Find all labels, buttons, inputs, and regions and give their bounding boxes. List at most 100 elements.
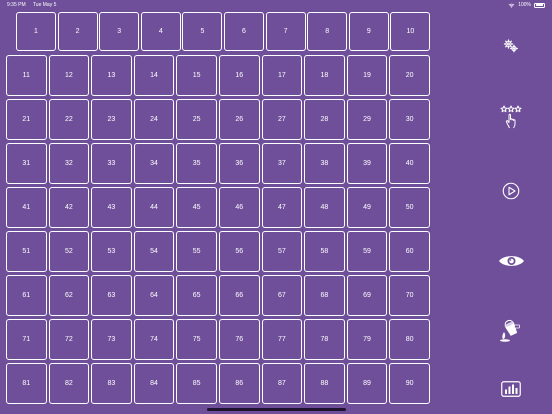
grid-cell-56[interactable]: 56: [219, 231, 260, 272]
grid-cell-61[interactable]: 61: [6, 275, 47, 316]
grid-cell-65[interactable]: 65: [176, 275, 217, 316]
grid-cell-64[interactable]: 64: [133, 275, 175, 316]
grid-cell-88[interactable]: 88: [304, 363, 345, 404]
grid-cell-2[interactable]: 2: [57, 12, 98, 51]
grid-cell-78[interactable]: 78: [304, 319, 345, 360]
grid-cell-5[interactable]: 5: [182, 12, 223, 51]
grid-cell-33[interactable]: 33: [91, 143, 132, 184]
grid-cell-26[interactable]: 26: [219, 99, 260, 140]
grid-cell-72[interactable]: 72: [48, 319, 90, 360]
grid-cell-32[interactable]: 32: [48, 143, 90, 184]
grid-cell-90[interactable]: 90: [389, 363, 430, 404]
grid-cell-35[interactable]: 35: [176, 143, 217, 184]
grid-cell-89[interactable]: 89: [346, 363, 388, 404]
bar-chart-icon[interactable]: [499, 378, 523, 400]
stars-tap-icon[interactable]: [498, 104, 524, 130]
grid-cell-79[interactable]: 79: [346, 319, 388, 360]
grid-cell-47[interactable]: 47: [261, 187, 303, 228]
grid-cell-86[interactable]: 86: [219, 363, 260, 404]
grid-cell-42[interactable]: 42: [48, 187, 90, 228]
grid-cell-70[interactable]: 70: [389, 275, 430, 316]
grid-cell-62[interactable]: 62: [48, 275, 90, 316]
grid-cell-74[interactable]: 74: [133, 319, 175, 360]
grid-cell-45[interactable]: 45: [176, 187, 217, 228]
grid-cell-17[interactable]: 17: [261, 55, 303, 96]
grid-cell-71[interactable]: 71: [6, 319, 47, 360]
grid-cell-14[interactable]: 14: [133, 55, 175, 96]
grid-cell-81[interactable]: 81: [6, 363, 47, 404]
grid-cell-13[interactable]: 13: [91, 55, 132, 96]
grid-cell-4[interactable]: 4: [140, 12, 181, 51]
grid-cell-28[interactable]: 28: [304, 99, 345, 140]
grid-cell-85[interactable]: 85: [176, 363, 217, 404]
grid-cell-51[interactable]: 51: [6, 231, 47, 272]
grid-cell-16[interactable]: 16: [219, 55, 260, 96]
grid-cell-19[interactable]: 19: [346, 55, 388, 96]
grid-cell-15[interactable]: 15: [176, 55, 217, 96]
grid-cell-34[interactable]: 34: [133, 143, 175, 184]
battery-icon: [534, 2, 545, 8]
grid-cell-59[interactable]: 59: [346, 231, 388, 272]
grid-cell-73[interactable]: 73: [91, 319, 132, 360]
grid-cell-49[interactable]: 49: [346, 187, 388, 228]
grid-cell-52[interactable]: 52: [48, 231, 90, 272]
grid-cell-57[interactable]: 57: [261, 231, 303, 272]
wifi-icon: [508, 3, 515, 8]
play-icon[interactable]: [500, 180, 522, 202]
grid-cell-25[interactable]: 25: [176, 99, 217, 140]
grid-cell-22[interactable]: 22: [48, 99, 90, 140]
grid-cell-83[interactable]: 83: [91, 363, 132, 404]
grid-cell-84[interactable]: 84: [133, 363, 175, 404]
grid-cell-66[interactable]: 66: [219, 275, 260, 316]
grid-cell-10[interactable]: 10: [390, 12, 431, 51]
battery-fill: [535, 4, 544, 6]
grid-cell-8[interactable]: 8: [307, 12, 348, 51]
grid-cell-54[interactable]: 54: [133, 231, 175, 272]
grid-cell-31[interactable]: 31: [6, 143, 47, 184]
grid-cell-1[interactable]: 1: [16, 12, 56, 51]
grid-cell-58[interactable]: 58: [304, 231, 345, 272]
grid-cell-77[interactable]: 77: [261, 319, 303, 360]
grid-cell-43[interactable]: 43: [91, 187, 132, 228]
grid-cell-87[interactable]: 87: [261, 363, 303, 404]
grid-cell-18[interactable]: 18: [304, 55, 345, 96]
grid-cell-48[interactable]: 48: [304, 187, 345, 228]
grid-cell-60[interactable]: 60: [389, 231, 430, 272]
grid-cell-63[interactable]: 63: [91, 275, 132, 316]
battery-percent: 100%: [518, 2, 531, 8]
gears-icon[interactable]: [500, 36, 522, 56]
grid-cell-6[interactable]: 6: [224, 12, 264, 51]
grid-cell-82[interactable]: 82: [48, 363, 90, 404]
grid-cell-53[interactable]: 53: [91, 231, 132, 272]
grid-cell-23[interactable]: 23: [91, 99, 132, 140]
grid-cell-37[interactable]: 37: [261, 143, 303, 184]
grid-cell-9[interactable]: 9: [348, 12, 389, 51]
grid-cell-69[interactable]: 69: [346, 275, 388, 316]
grid-cell-30[interactable]: 30: [389, 99, 430, 140]
grid-cell-7[interactable]: 7: [265, 12, 306, 51]
grid-cell-50[interactable]: 50: [389, 187, 430, 228]
grid-cell-68[interactable]: 68: [304, 275, 345, 316]
grid-cell-36[interactable]: 36: [219, 143, 260, 184]
grid-cell-80[interactable]: 80: [389, 319, 430, 360]
grid-cell-3[interactable]: 3: [99, 12, 140, 51]
grid-cell-39[interactable]: 39: [346, 143, 388, 184]
grid-cell-55[interactable]: 55: [176, 231, 217, 272]
grid-cell-12[interactable]: 12: [48, 55, 90, 96]
grid-cell-21[interactable]: 21: [6, 99, 47, 140]
grid-cell-11[interactable]: 11: [6, 55, 47, 96]
eye-icon[interactable]: [496, 252, 526, 270]
grid-cell-75[interactable]: 75: [176, 319, 217, 360]
paint-bucket-icon[interactable]: [497, 316, 525, 344]
grid-cell-27[interactable]: 27: [261, 99, 303, 140]
grid-cell-46[interactable]: 46: [219, 187, 260, 228]
grid-cell-20[interactable]: 20: [389, 55, 430, 96]
grid-cell-67[interactable]: 67: [261, 275, 303, 316]
grid-cell-29[interactable]: 29: [346, 99, 388, 140]
grid-cell-41[interactable]: 41: [6, 187, 47, 228]
grid-cell-44[interactable]: 44: [133, 187, 175, 228]
grid-cell-40[interactable]: 40: [389, 143, 430, 184]
grid-cell-76[interactable]: 76: [219, 319, 260, 360]
grid-cell-24[interactable]: 24: [133, 99, 175, 140]
grid-cell-38[interactable]: 38: [304, 143, 345, 184]
